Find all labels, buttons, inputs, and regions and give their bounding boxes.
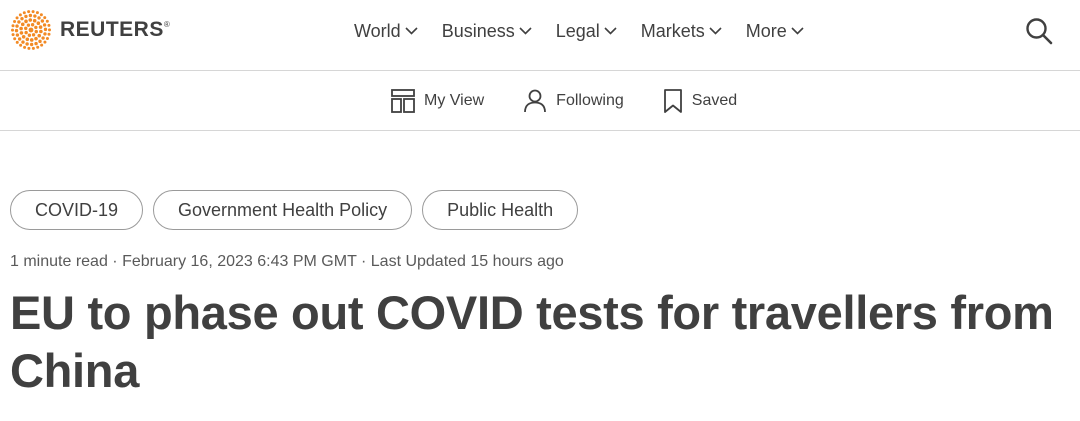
chevron-down-icon [604, 27, 617, 35]
article-meta: 1 minute read · February 16, 2023 6:43 P… [10, 253, 564, 271]
tag-covid-19[interactable]: COVID-19 [10, 190, 144, 230]
published-date: February 16, 2023 6:43 PM GMT [122, 253, 357, 270]
nav-item-markets[interactable]: Markets [641, 21, 722, 42]
my-view-link[interactable]: My View [390, 88, 484, 114]
tag-government-health-policy[interactable]: Government Health Policy [153, 190, 413, 230]
reuters-logo[interactable]: REUTERS® [10, 10, 170, 50]
saved-link[interactable]: Saved [662, 88, 737, 114]
search-icon [1026, 18, 1053, 45]
person-icon [522, 88, 548, 114]
meta-separator: · [356, 253, 371, 270]
my-view-icon [390, 88, 416, 114]
nav-label: Markets [640, 20, 705, 41]
search-button[interactable] [1024, 16, 1054, 46]
chevron-down-icon [791, 27, 804, 35]
article-headline: EU to phase out COVID tests for travelle… [10, 286, 1054, 397]
nav-item-business[interactable]: Business [442, 21, 532, 42]
chevron-down-icon [519, 27, 532, 35]
nav-label: World [354, 20, 401, 41]
last-updated: Last Updated 15 hours ago [370, 253, 564, 270]
tag-public-health[interactable]: Public Health [422, 190, 579, 230]
main-nav: World Business Legal Markets More [354, 18, 828, 44]
nav-label: Legal [555, 20, 600, 41]
nav-label: Business [441, 20, 515, 41]
sub-nav-label: My View [424, 92, 485, 109]
secondary-navigation-bar: My View Following Saved [0, 71, 1080, 131]
chevron-down-icon [405, 27, 418, 35]
meta-separator: · [107, 253, 123, 270]
sub-nav-label: Saved [691, 92, 738, 109]
sub-nav-label: Following [556, 92, 624, 109]
nav-item-world[interactable]: World [354, 21, 418, 42]
top-navigation-bar: REUTERS® World Business Legal Markets Mo… [0, 0, 1080, 71]
read-time: 1 minute read [10, 253, 108, 270]
nav-item-more[interactable]: More [746, 21, 804, 42]
nav-item-legal[interactable]: Legal [556, 21, 617, 42]
article-tags: COVID-19 Government Health Policy Public… [10, 190, 588, 230]
nav-label: More [745, 20, 787, 41]
brand-name: REUTERS® [60, 18, 171, 41]
sub-nav: My View Following Saved [390, 85, 775, 117]
reuters-logo-icon [11, 10, 51, 50]
chevron-down-icon [709, 27, 722, 35]
following-link[interactable]: Following [522, 88, 624, 114]
bookmark-icon [662, 88, 684, 114]
